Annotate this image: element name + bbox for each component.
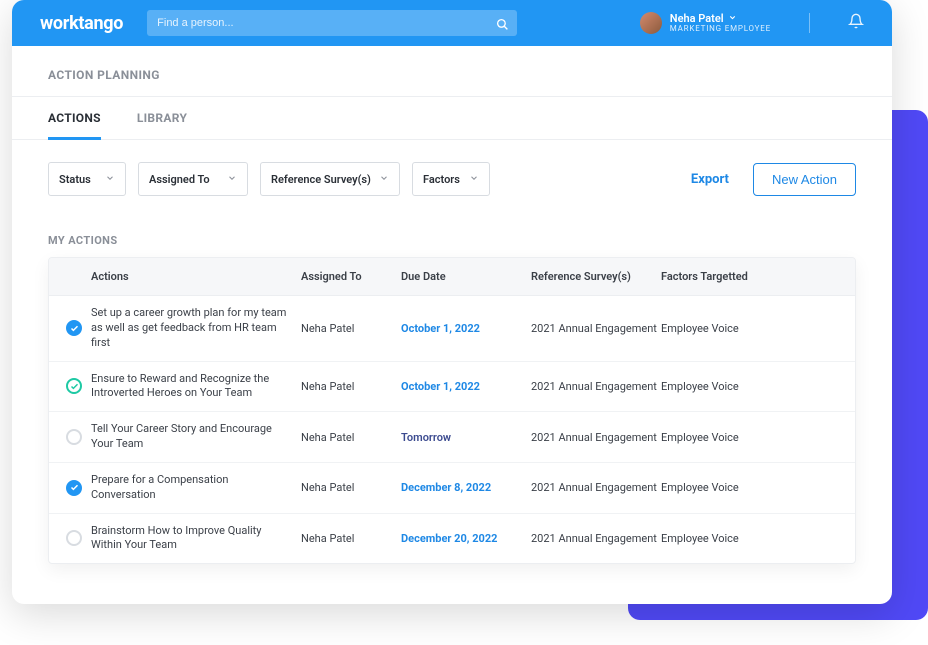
- logo: worktango: [40, 13, 123, 34]
- col-actions: Actions: [91, 270, 301, 283]
- assigned-to-text: Neha Patel: [301, 431, 401, 444]
- status-icon[interactable]: [66, 429, 82, 445]
- notifications-icon[interactable]: [848, 13, 864, 33]
- col-factors: Factors Targetted: [661, 270, 811, 283]
- new-action-button[interactable]: New Action: [753, 163, 856, 196]
- avatar: [640, 12, 662, 34]
- factor-text: Employee Voice: [661, 532, 811, 545]
- survey-text: 2021 Annual Engagement: [531, 380, 661, 393]
- user-text: Neha Patel MARKETING EMPLOYEE: [670, 13, 771, 34]
- factor-text: Employee Voice: [661, 481, 811, 494]
- table-row[interactable]: Prepare for a Compensation ConversationN…: [49, 463, 855, 514]
- filter-assigned-to[interactable]: Assigned To: [138, 162, 248, 196]
- action-text: Prepare for a Compensation Conversation: [91, 473, 301, 503]
- factor-text: Employee Voice: [661, 380, 811, 393]
- status-icon[interactable]: [66, 320, 82, 336]
- filter-assigned-label: Assigned To: [149, 173, 210, 186]
- tabs: ACTIONS LIBRARY: [12, 96, 892, 140]
- assigned-to-text: Neha Patel: [301, 322, 401, 335]
- table-body: Set up a career growth plan for my team …: [49, 296, 855, 563]
- survey-text: 2021 Annual Engagement: [531, 481, 661, 494]
- col-due-date: Due Date: [401, 270, 531, 283]
- status-icon[interactable]: [66, 480, 82, 496]
- table-row[interactable]: Brainstorm How to Improve Quality Within…: [49, 514, 855, 564]
- app-window: worktango Neha Patel MARKETING EMPLOYEE: [12, 0, 892, 604]
- survey-text: 2021 Annual Engagement: [531, 322, 661, 335]
- user-menu[interactable]: Neha Patel MARKETING EMPLOYEE: [640, 12, 771, 34]
- filter-reference-survey[interactable]: Reference Survey(s): [260, 162, 400, 196]
- user-role-label: MARKETING EMPLOYEE: [670, 25, 771, 34]
- action-text: Tell Your Career Story and Encourage You…: [91, 422, 301, 452]
- filter-status[interactable]: Status: [48, 162, 126, 196]
- due-date-text: December 8, 2022: [401, 481, 531, 494]
- col-assigned-to: Assigned To: [301, 270, 401, 283]
- export-button[interactable]: Export: [691, 172, 729, 187]
- factor-text: Employee Voice: [661, 322, 811, 335]
- due-date-text: October 1, 2022: [401, 380, 531, 393]
- actions-table: Actions Assigned To Due Date Reference S…: [48, 257, 856, 564]
- filter-status-label: Status: [59, 173, 91, 186]
- chevron-down-icon: [728, 13, 737, 25]
- chevron-down-icon: [379, 173, 389, 186]
- chevron-down-icon: [105, 173, 115, 186]
- action-text: Brainstorm How to Improve Quality Within…: [91, 524, 301, 554]
- assigned-to-text: Neha Patel: [301, 532, 401, 545]
- assigned-to-text: Neha Patel: [301, 380, 401, 393]
- page-title: ACTION PLANNING: [12, 68, 892, 96]
- table-row[interactable]: Set up a career growth plan for my team …: [49, 296, 855, 362]
- search-icon[interactable]: [496, 16, 509, 35]
- action-text: Set up a career growth plan for my team …: [91, 306, 301, 351]
- due-date-text: October 1, 2022: [401, 322, 531, 335]
- due-date-text: December 20, 2022: [401, 532, 531, 545]
- user-name-label: Neha Patel: [670, 13, 724, 25]
- section-title: MY ACTIONS: [12, 206, 892, 257]
- toolbar: Status Assigned To Reference Survey(s) F…: [12, 140, 892, 206]
- status-icon[interactable]: [66, 530, 82, 546]
- search-wrap: [147, 10, 517, 36]
- due-date-text: Tomorrow: [401, 431, 531, 444]
- search-input[interactable]: [147, 10, 517, 36]
- assigned-to-text: Neha Patel: [301, 481, 401, 494]
- table-row[interactable]: Ensure to Reward and Recognize the Intro…: [49, 362, 855, 413]
- tab-actions[interactable]: ACTIONS: [48, 97, 101, 139]
- topbar: worktango Neha Patel MARKETING EMPLOYEE: [12, 0, 892, 46]
- table-header: Actions Assigned To Due Date Reference S…: [49, 258, 855, 296]
- action-text: Ensure to Reward and Recognize the Intro…: [91, 372, 301, 402]
- chevron-down-icon: [227, 173, 237, 186]
- status-icon[interactable]: [66, 378, 82, 394]
- filter-survey-label: Reference Survey(s): [271, 173, 371, 186]
- tab-library[interactable]: LIBRARY: [137, 97, 187, 139]
- survey-text: 2021 Annual Engagement: [531, 431, 661, 444]
- survey-text: 2021 Annual Engagement: [531, 532, 661, 545]
- table-row[interactable]: Tell Your Career Story and Encourage You…: [49, 412, 855, 463]
- filter-factors[interactable]: Factors: [412, 162, 490, 196]
- col-reference-surveys: Reference Survey(s): [531, 270, 661, 283]
- chevron-down-icon: [469, 173, 479, 186]
- divider: [809, 13, 810, 33]
- filter-factors-label: Factors: [423, 173, 460, 186]
- content: ACTION PLANNING ACTIONS LIBRARY Status A…: [12, 46, 892, 604]
- factor-text: Employee Voice: [661, 431, 811, 444]
